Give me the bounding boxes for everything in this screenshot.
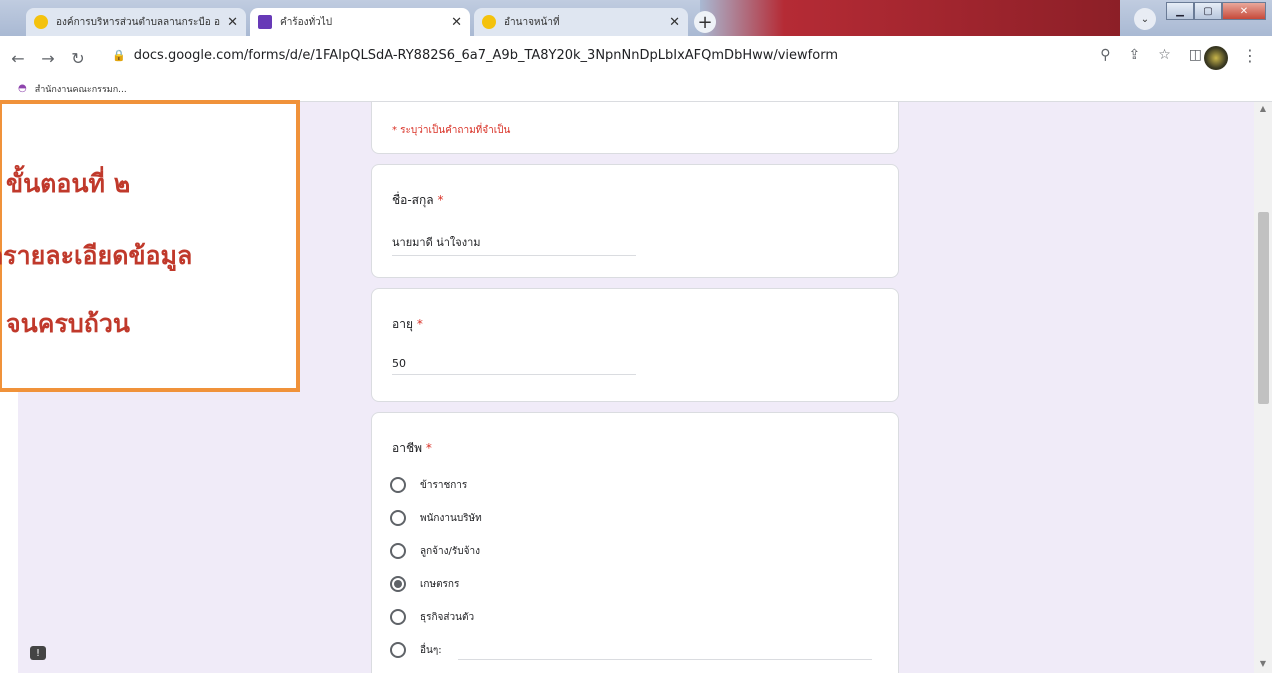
- forms-favicon-icon: [258, 15, 272, 29]
- question-card-name: ชื่อ-สกุล * นายมาดี น่าใจงาม: [371, 164, 899, 278]
- question-title: อาชีพ *: [392, 441, 432, 455]
- bookmarks-bar: ◓ สำนักงานคณะกรรมก...: [0, 76, 1272, 102]
- option-label: อื่นๆ:: [420, 644, 442, 656]
- tab-forms[interactable]: คำร้องทั่วไป ✕: [250, 8, 470, 36]
- question-card-age: อายุ * 50: [371, 288, 899, 402]
- radio-option[interactable]: ธุรกิจส่วนตัว: [390, 609, 474, 625]
- zoom-icon[interactable]: ⚲: [1100, 47, 1110, 63]
- radio-button-selected[interactable]: [390, 576, 406, 592]
- back-arrow-icon[interactable]: ←: [6, 49, 30, 68]
- radio-button[interactable]: [390, 543, 406, 559]
- bookmark-item[interactable]: สำนักงานคณะกรรมก...: [35, 82, 127, 96]
- radio-option[interactable]: อื่นๆ:: [390, 642, 442, 658]
- radio-option[interactable]: พนักงานบริษัท: [390, 510, 482, 526]
- close-icon[interactable]: ✕: [451, 15, 462, 30]
- callout-step-title: ขั้นตอนที่ ๒: [6, 169, 131, 198]
- required-star: *: [416, 317, 423, 331]
- radio-button[interactable]: [390, 642, 406, 658]
- tab-aob[interactable]: องค์การบริหารส่วนตำบลลานกระบือ อ.ล ✕: [26, 8, 246, 36]
- reload-icon[interactable]: ↻: [66, 49, 90, 68]
- scroll-thumb[interactable]: [1258, 212, 1269, 404]
- bookmark-favicon-icon: ◓: [18, 83, 27, 94]
- question-title: อายุ *: [392, 317, 423, 331]
- profile-avatar[interactable]: [1204, 46, 1228, 70]
- close-window-button[interactable]: ✕: [1222, 2, 1266, 20]
- maximize-button[interactable]: ▢: [1194, 2, 1222, 20]
- option-label: ธุรกิจส่วนตัว: [420, 611, 475, 623]
- chrome-favicon-icon: [34, 15, 48, 29]
- option-label: เกษตรกร: [420, 578, 460, 590]
- option-label: ลูกจ้าง/รับจ้าง: [420, 545, 480, 557]
- name-input[interactable]: นายมาดี น่าใจงาม: [392, 233, 636, 256]
- tab-search-chevron-icon[interactable]: ⌄: [1134, 8, 1156, 30]
- question-card-occupation: อาชีพ * ข้าราชการ พนักงานบริษัท ลูกจ้าง/…: [371, 412, 899, 673]
- instruction-callout: ขั้นตอนที่ ๒ กรายละเอียดข้อมูล จนครบถ้วน: [0, 100, 300, 392]
- tabstrip-background: [700, 0, 1120, 36]
- tab-label: อำนาจหน้าที่: [504, 16, 560, 28]
- browser-toolbar: ← → ↻ 🔒 docs.google.com/forms/d/e/1FAIpQ…: [0, 36, 1272, 80]
- browser-tabstrip: องค์การบริหารส่วนตำบลลานกระบือ อ.ล ✕ คำร…: [0, 0, 1272, 36]
- forward-arrow-icon[interactable]: →: [36, 49, 60, 68]
- option-label: พนักงานบริษัท: [420, 512, 482, 524]
- tab-label: องค์การบริหารส่วนตำบลลานกระบือ อ.ล: [56, 16, 222, 28]
- option-label: ข้าราชการ: [420, 479, 468, 491]
- form-header-card: * ระบุว่าเป็นคำถามที่จำเป็น: [371, 102, 899, 154]
- other-text-input[interactable]: [458, 659, 872, 660]
- callout-instruction-end: จนครบถ้วน: [6, 309, 131, 338]
- report-feedback-icon[interactable]: !: [30, 646, 46, 660]
- required-note: * ระบุว่าเป็นคำถามที่จำเป็น: [392, 125, 511, 136]
- required-star: *: [437, 193, 444, 207]
- minimize-button[interactable]: ▁: [1166, 2, 1194, 20]
- chrome-favicon-icon: [482, 15, 496, 29]
- radio-option[interactable]: ลูกจ้าง/รับจ้าง: [390, 543, 480, 559]
- radio-button[interactable]: [390, 609, 406, 625]
- required-star: *: [425, 441, 432, 455]
- kebab-menu-icon[interactable]: ⋮: [1242, 46, 1258, 65]
- scroll-up-arrow-icon[interactable]: ▲: [1254, 104, 1272, 118]
- radio-option[interactable]: เกษตรกร: [390, 576, 459, 592]
- radio-button[interactable]: [390, 477, 406, 493]
- question-title: ชื่อ-สกุล *: [392, 193, 444, 207]
- url-text: docs.google.com/forms/d/e/1FAIpQLSdA-RY8…: [133, 47, 838, 63]
- new-tab-button[interactable]: +: [694, 11, 716, 33]
- vertical-scrollbar[interactable]: ▲ ▼: [1254, 102, 1272, 673]
- share-icon[interactable]: ⇪: [1128, 47, 1140, 63]
- close-icon[interactable]: ✕: [227, 15, 238, 30]
- lock-icon: 🔒: [112, 48, 126, 62]
- radio-option[interactable]: ข้าราชการ: [390, 477, 467, 493]
- window-controls: ▁ ▢ ✕: [1166, 2, 1266, 20]
- radio-button[interactable]: [390, 510, 406, 526]
- side-panel-icon[interactable]: ◫: [1189, 47, 1202, 63]
- tab-authority[interactable]: อำนาจหน้าที่ ✕: [474, 8, 688, 36]
- close-icon[interactable]: ✕: [669, 15, 680, 30]
- age-input[interactable]: 50: [392, 357, 636, 375]
- bookmark-star-icon[interactable]: ☆: [1158, 47, 1171, 63]
- scroll-down-arrow-icon[interactable]: ▼: [1254, 659, 1272, 673]
- omnibox-actions: ⚲ ⇪ ☆ ◫: [1100, 47, 1202, 63]
- address-bar[interactable]: 🔒 docs.google.com/forms/d/e/1FAIpQLSdA-R…: [112, 42, 1202, 68]
- tab-label: คำร้องทั่วไป: [280, 16, 333, 28]
- callout-instruction: กรายละเอียดข้อมูล: [0, 241, 193, 270]
